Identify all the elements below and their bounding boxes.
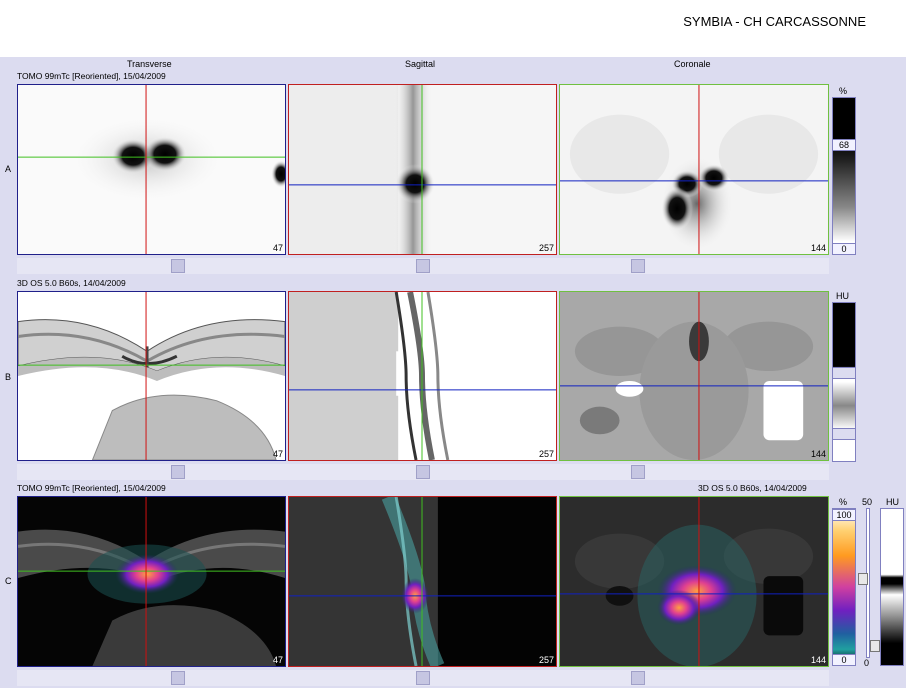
spect-coronal-image (560, 85, 828, 254)
scroll-thumb-c-coronal[interactable] (631, 671, 645, 685)
slice-number-c-transverse: 47 (272, 655, 283, 665)
row-c-series-info-right: 3D OS 5.0 B60s, 14/04/2009 (698, 483, 807, 493)
scale-c-max-value[interactable]: 100 (832, 509, 856, 521)
scroll-thumb-c-sagittal[interactable] (416, 671, 430, 685)
slice-number-b-coronal: 144 (810, 449, 826, 459)
slice-number-a-sagittal: 257 (538, 243, 554, 253)
scroll-thumb-c-transverse[interactable] (171, 671, 185, 685)
viewport-a-coronal[interactable]: 144 (559, 84, 829, 255)
colorbar-c-hu (880, 508, 904, 666)
viewport-a-sagittal[interactable]: 257 (288, 84, 557, 255)
spect-transverse-image (18, 85, 285, 254)
viewport-a-transverse[interactable]: 47 (17, 84, 286, 255)
scale-c-slider-max: 50 (862, 497, 873, 507)
scale-c-min-value[interactable]: 0 (832, 654, 856, 666)
scale-a-lower-value[interactable]: 0 (832, 243, 856, 255)
scroll-thumb-b-sagittal[interactable] (416, 465, 430, 479)
institution-title: SYMBIA - CH CARCASSONNE (683, 14, 866, 29)
column-label-transverse: Transverse (127, 59, 172, 69)
row-c-label: C (5, 576, 12, 586)
scroll-thumb-a-sagittal[interactable] (416, 259, 430, 273)
column-label-sagittal: Sagittal (405, 59, 436, 69)
header-bar: SYMBIA - CH CARCASSONNE (0, 0, 906, 57)
slice-number-b-sagittal: 257 (538, 449, 554, 459)
scale-a-upper-value[interactable]: 68 (832, 139, 856, 151)
scale-a-unit: % (839, 86, 848, 96)
blend-slider-lower-handle[interactable] (870, 640, 880, 652)
viewport-c-coronal[interactable]: 144 (559, 496, 829, 667)
scale-c-slider-min: 0 (864, 658, 870, 668)
scale-b-upper-handle[interactable] (832, 367, 856, 379)
slice-number-c-sagittal: 257 (538, 655, 554, 665)
ct-transverse-image (18, 292, 285, 460)
row-b-label: B (5, 372, 12, 382)
spect-sagittal-image (289, 85, 556, 254)
scroll-thumb-b-transverse[interactable] (171, 465, 185, 479)
viewport-c-transverse[interactable]: 47 (17, 496, 286, 667)
fusion-transverse-image (18, 497, 285, 666)
scroll-thumb-b-coronal[interactable] (631, 465, 645, 479)
scale-b-lower-handle[interactable] (832, 428, 856, 440)
colorbar-c-fusion (832, 508, 856, 666)
blend-slider-handle[interactable] (858, 573, 868, 585)
slice-number-a-transverse: 47 (272, 243, 283, 253)
row-a-series-info: TOMO 99mTc [Reoriented], 15/04/2009 (17, 71, 166, 81)
ct-sagittal-image (289, 292, 556, 460)
fusion-sagittal-image (289, 497, 556, 666)
viewport-b-coronal[interactable]: 144 (559, 291, 829, 461)
viewport-b-transverse[interactable]: 47 (17, 291, 286, 461)
slice-number-a-coronal: 144 (810, 243, 826, 253)
viewport-b-sagittal[interactable]: 257 (288, 291, 557, 461)
colorbar-a-gray (832, 97, 856, 255)
viewport-c-sagittal[interactable]: 257 (288, 496, 557, 667)
column-label-coronal: Coronale (674, 59, 711, 69)
slice-number-b-transverse: 47 (272, 449, 283, 459)
scale-b-unit: HU (836, 291, 849, 301)
scale-c-unit-percent: % (839, 497, 848, 507)
slice-number-c-coronal: 144 (810, 655, 826, 665)
scroll-thumb-a-transverse[interactable] (171, 259, 185, 273)
row-c-series-info-left: TOMO 99mTc [Reoriented], 15/04/2009 (17, 483, 166, 493)
fusion-coronal-image (560, 497, 828, 666)
scroll-thumb-a-coronal[interactable] (631, 259, 645, 273)
row-b-series-info: 3D OS 5.0 B60s, 14/04/2009 (17, 278, 126, 288)
scale-c-unit-hu: HU (886, 497, 899, 507)
row-a-label: A (5, 164, 12, 174)
ct-coronal-image (560, 292, 828, 460)
